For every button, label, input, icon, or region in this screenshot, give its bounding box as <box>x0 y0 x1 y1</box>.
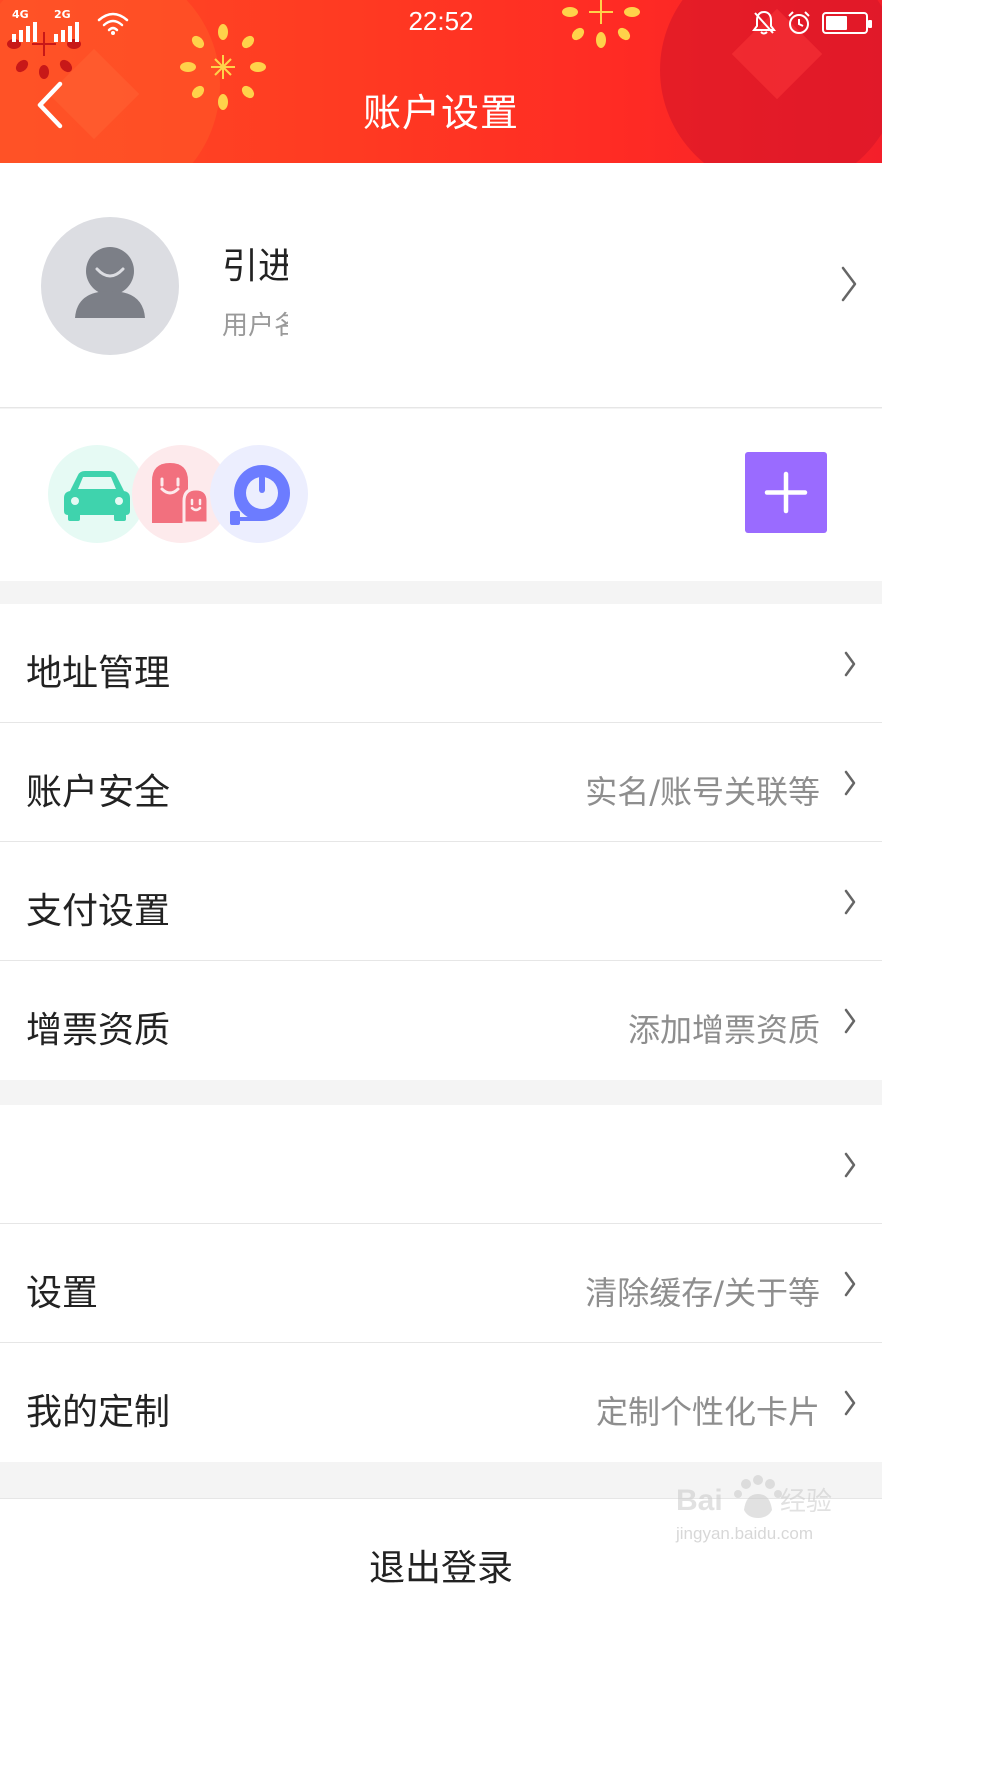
chevron-right-icon <box>844 1008 856 1034</box>
menu-row-customize[interactable]: 我的定制 定制个性化卡片 <box>0 1343 882 1462</box>
alarm-clock-icon <box>788 11 810 34</box>
profile-card[interactable]: 引进 用户名 <box>0 163 882 408</box>
add-app-button[interactable] <box>745 452 827 533</box>
chevron-right-icon <box>844 889 856 915</box>
menu-row-label: 地址管理 <box>26 653 171 694</box>
default-avatar-icon <box>75 247 145 318</box>
battery-level <box>826 16 847 30</box>
menu-row-label: 我的定制 <box>26 1392 171 1433</box>
plus-icon <box>764 471 808 514</box>
menu-row-value: 添加增票资质 <box>627 1011 820 1049</box>
menu-row-value: 清除缓存/关于等 <box>585 1274 820 1312</box>
chevron-right-icon <box>844 770 856 796</box>
baidu-logo-icon: Bai 经验 <box>676 1475 832 1518</box>
chevron-right-icon <box>844 1152 856 1178</box>
page-margin <box>882 0 1000 1778</box>
menu-row-label: 支付设置 <box>26 891 171 932</box>
status-time: 22:52 <box>408 6 474 36</box>
header-bar: 4G 2G 22:52 账户设置 <box>0 0 882 163</box>
menu-row-address[interactable]: 地址管理 <box>0 604 882 723</box>
menu-row-label: 增票资质 <box>26 1010 171 1051</box>
settings-group-general: 设置 清除缓存/关于等 我的定制 定制个性化卡片 <box>0 1105 882 1462</box>
chevron-right-icon <box>844 1390 856 1416</box>
settings-group-account: 地址管理 账户安全 实名/账号关联等 支付设置 增票资质 添加增票资质 <box>0 604 882 1080</box>
svg-text:Bai: Bai <box>676 1484 723 1517</box>
bell-muted-icon <box>752 10 776 35</box>
linked-apps-row <box>0 409 882 581</box>
status-right-icons <box>752 10 872 36</box>
menu-row-value: 实名/账号关联等 <box>585 773 820 811</box>
menu-row-vat-invoice[interactable]: 增票资质 添加增票资质 <box>0 961 882 1080</box>
watermark-url: jingyan.baidu.com <box>676 1524 814 1543</box>
profile-username: 用户名 <box>222 311 288 341</box>
battery-icon <box>822 12 872 34</box>
linked-app-measure[interactable] <box>210 445 308 543</box>
avatar[interactable] <box>41 217 179 355</box>
menu-row-label: 设置 <box>26 1273 99 1314</box>
menu-row-settings[interactable]: 设置 清除缓存/关于等 <box>0 1224 882 1343</box>
chevron-right-icon <box>844 1271 856 1297</box>
menu-row-value: 定制个性化卡片 <box>595 1393 820 1431</box>
menu-row-account-security[interactable]: 账户安全 实名/账号关联等 <box>0 723 882 842</box>
menu-row-label: 账户安全 <box>26 772 171 813</box>
app-screen: 4G 2G 22:52 账户设置 引进 用户名 地址管理 账户安全 实名/账号关… <box>0 0 882 1778</box>
tape-measure-icon <box>230 465 290 525</box>
baidu-watermark: Bai 经验 jingyan.baidu.com <box>676 1472 836 1552</box>
profile-name: 引进 <box>222 246 288 287</box>
svg-text:经验: 经验 <box>780 1486 832 1516</box>
menu-row-payment[interactable]: 支付设置 <box>0 842 882 961</box>
chevron-right-icon <box>844 651 856 677</box>
chevron-right-icon <box>841 266 857 302</box>
status-bar: 4G 2G 22:52 <box>0 0 882 46</box>
page-title: 账户设置 <box>362 91 519 135</box>
menu-row-blank[interactable] <box>0 1105 882 1224</box>
